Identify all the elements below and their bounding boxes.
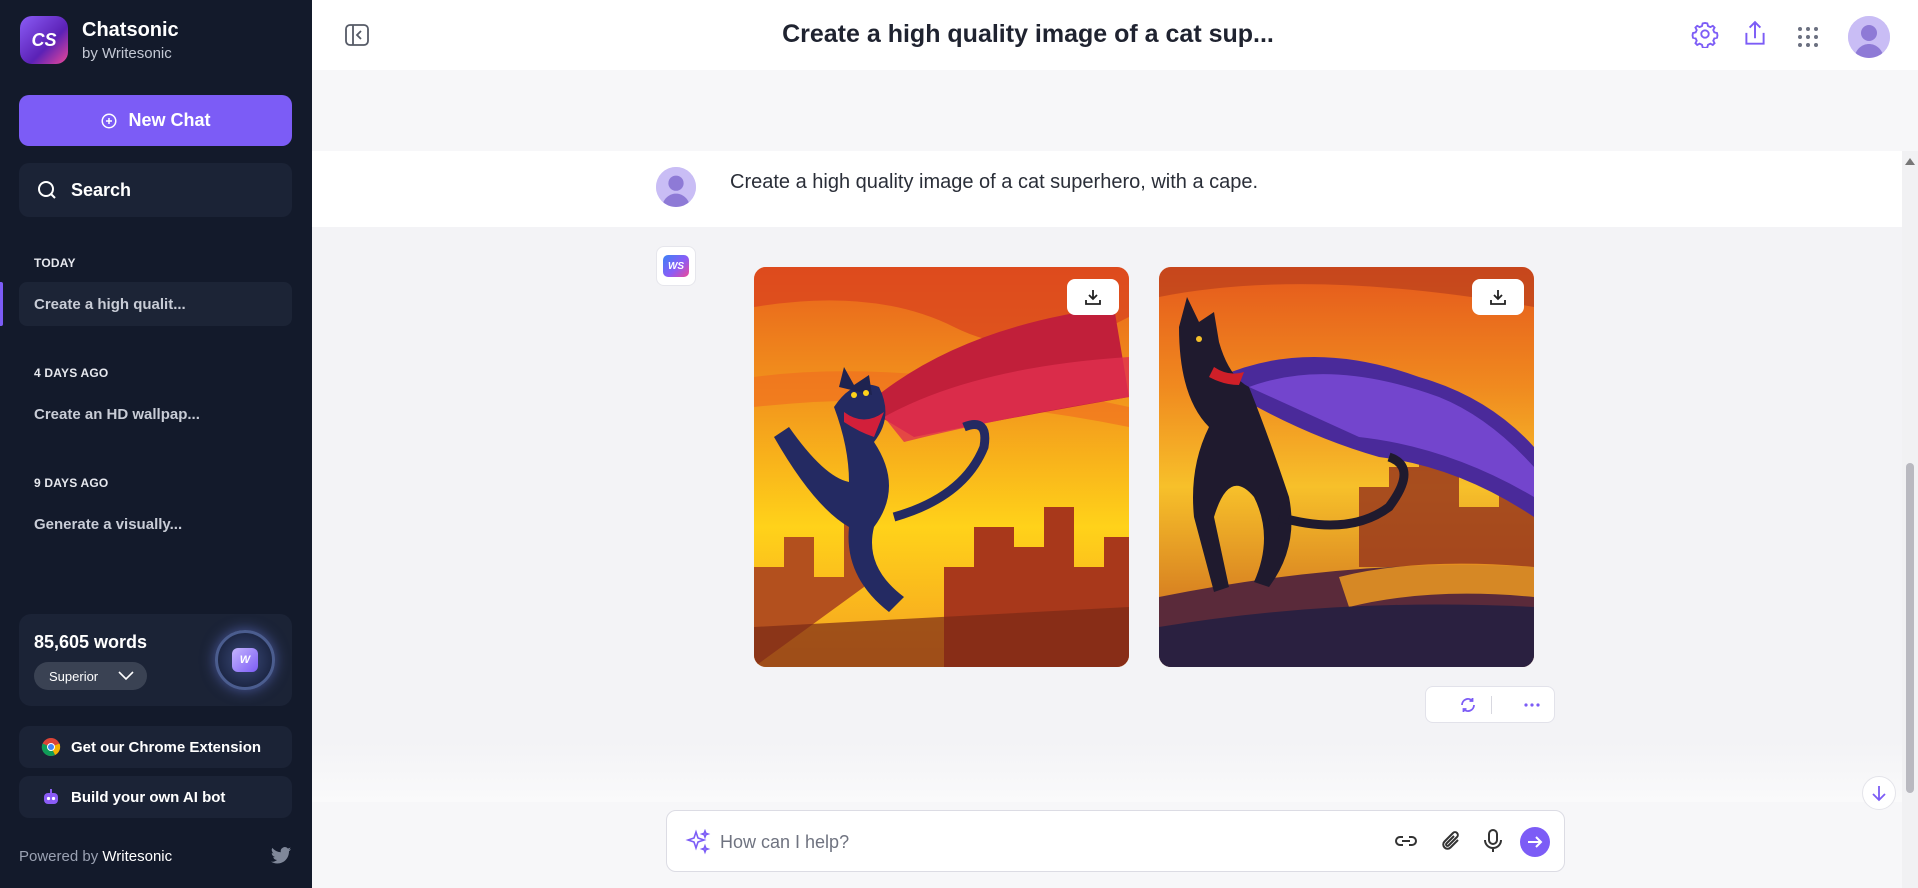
history-item[interactable]: Create an HD wallpap... <box>19 392 292 436</box>
chrome-icon <box>41 737 61 757</box>
paperclip-icon[interactable] <box>1439 828 1465 859</box>
plan-label: Superior <box>49 668 99 684</box>
powered-brand[interactable]: Writesonic <box>102 848 172 865</box>
history-item[interactable]: Generate a visually... <box>19 502 292 546</box>
scroll-up-arrow[interactable] <box>1905 158 1915 165</box>
apps-grid-icon[interactable] <box>1797 26 1819 53</box>
bot-avatar: WS <box>656 246 696 286</box>
brand-name: Chatsonic <box>82 18 179 41</box>
microphone-icon[interactable] <box>1482 828 1504 859</box>
download-button-1[interactable] <box>1067 279 1119 315</box>
send-button[interactable] <box>1520 827 1550 857</box>
message-actions <box>1425 686 1555 723</box>
chrome-extension-button[interactable]: Get our Chrome Extension <box>19 726 292 768</box>
powered-by: Powered by Writesonic <box>19 848 172 865</box>
generated-image-2[interactable] <box>1159 267 1534 667</box>
scroll-to-bottom-button[interactable] <box>1862 776 1896 810</box>
words-balance-card: 85,605 words Superior W <box>19 614 292 706</box>
download-icon <box>1085 290 1101 305</box>
user-message-avatar <box>656 167 696 207</box>
history-section-today: TODAY <box>34 256 76 270</box>
plus-circle-icon <box>101 113 117 128</box>
active-indicator <box>0 282 3 326</box>
sidebar: CS Chatsonic by Writesonic New Chat Sear… <box>0 0 312 888</box>
writesonic-logo-icon: WS <box>663 255 689 277</box>
w-logo-icon: W <box>232 648 258 672</box>
plan-selector[interactable]: Superior <box>34 662 147 690</box>
bot-row-fade <box>312 742 1902 802</box>
link-icon[interactable] <box>1393 828 1419 859</box>
brand-logo: CS <box>20 16 68 64</box>
history-section-9-days: 9 DAYS AGO <box>34 476 109 490</box>
chrome-extension-label: Get our Chrome Extension <box>71 738 262 756</box>
chevron-down-icon <box>118 671 134 681</box>
new-chat-label: New Chat <box>128 110 211 130</box>
search-label: Search <box>71 179 132 200</box>
scrollbar-thumb[interactable] <box>1906 463 1914 793</box>
arrow-down-icon <box>1872 786 1886 802</box>
chat-input-box <box>666 810 1565 872</box>
user-message-text: Create a high quality image of a cat sup… <box>730 171 1259 193</box>
build-bot-label: Build your own AI bot <box>71 788 226 806</box>
new-chat-button[interactable]: New Chat <box>19 95 292 146</box>
generated-image-1[interactable] <box>754 267 1129 667</box>
history-section-4-days: 4 DAYS AGO <box>34 366 109 380</box>
sparkle-icon[interactable] <box>685 828 711 860</box>
more-icon[interactable] <box>1524 702 1540 707</box>
powered-prefix: Powered by <box>19 848 99 865</box>
settings-icon[interactable] <box>1691 20 1719 53</box>
history-item[interactable]: Create a high qualit... <box>19 282 292 326</box>
search-icon <box>38 181 56 199</box>
download-button-2[interactable] <box>1472 279 1524 315</box>
build-bot-button[interactable]: Build your own AI bot <box>19 776 292 818</box>
user-avatar[interactable] <box>1848 16 1890 58</box>
brand[interactable]: CS Chatsonic by Writesonic <box>20 16 179 64</box>
share-icon[interactable] <box>1742 20 1768 53</box>
search-button[interactable]: Search <box>19 163 292 217</box>
download-icon <box>1490 290 1506 305</box>
bot-icon <box>41 787 61 807</box>
words-count: 85,605 words <box>34 632 148 652</box>
words-usage-orb[interactable]: W <box>215 630 275 690</box>
page-title: Create a high quality image of a cat sup… <box>782 20 1274 48</box>
brand-subtitle: by Writesonic <box>82 44 172 62</box>
action-separator <box>1491 695 1492 714</box>
regenerate-icon[interactable] <box>1459 696 1477 714</box>
twitter-icon[interactable] <box>270 846 292 871</box>
chat-input[interactable] <box>720 825 1320 859</box>
send-arrow-icon <box>1528 836 1543 848</box>
